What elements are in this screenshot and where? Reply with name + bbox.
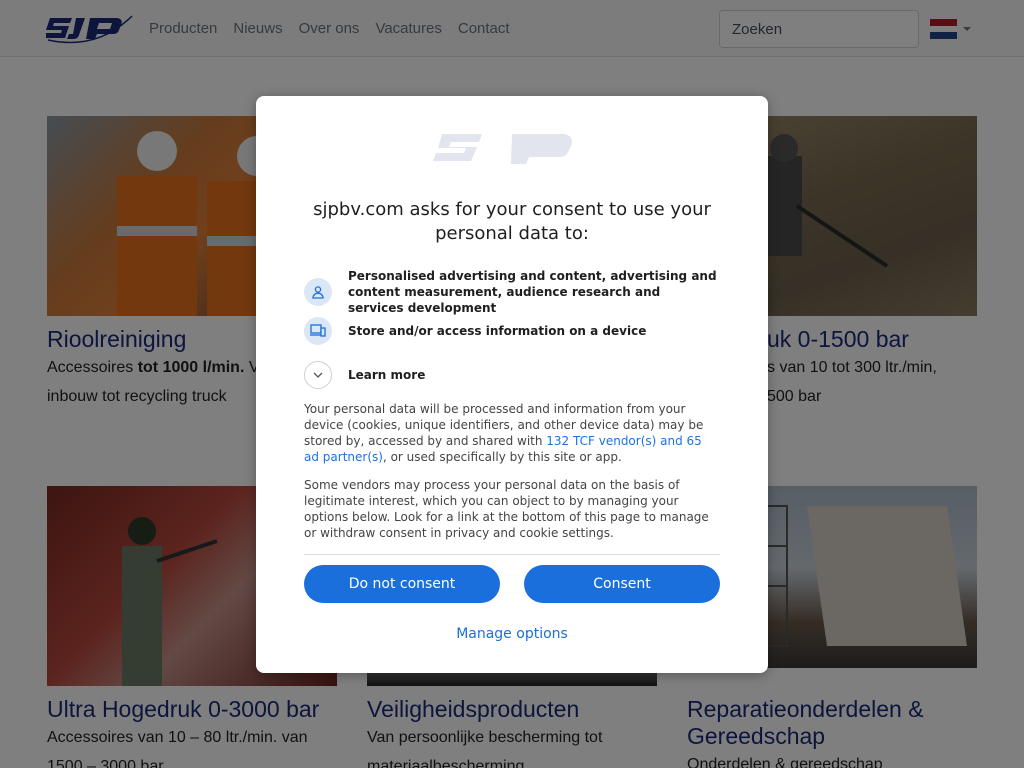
manage-options-link[interactable]: Manage options <box>412 625 612 643</box>
learn-more-label: Learn more <box>348 368 426 382</box>
purpose-item: Personalised advertising and content, ad… <box>304 268 718 316</box>
devices-icon <box>304 317 332 345</box>
learn-more-toggle[interactable]: Learn more <box>304 361 718 389</box>
consent-paragraph: Your personal data will be processed and… <box>304 401 714 465</box>
paragraph-text: , or used specifically by this site or a… <box>382 450 622 464</box>
consent-paragraph: Some vendors may process your personal d… <box>304 478 709 540</box>
person-icon <box>304 278 332 306</box>
consent-title: sjpbv.com asks for your consent to use y… <box>313 199 711 244</box>
purpose-item: Store and/or access information on a dev… <box>304 317 718 345</box>
site-logo-watermark <box>433 134 572 164</box>
purpose-text: Store and/or access information on a dev… <box>348 324 647 338</box>
purpose-text: Personalised advertising and content, ad… <box>348 269 717 315</box>
divider <box>304 554 720 555</box>
do-not-consent-button[interactable]: Do not consent <box>304 565 500 603</box>
chevron-down-icon <box>304 361 332 389</box>
consent-button[interactable]: Consent <box>524 565 720 603</box>
consent-dialog: sjpbv.com asks for your consent to use y… <box>256 96 768 673</box>
